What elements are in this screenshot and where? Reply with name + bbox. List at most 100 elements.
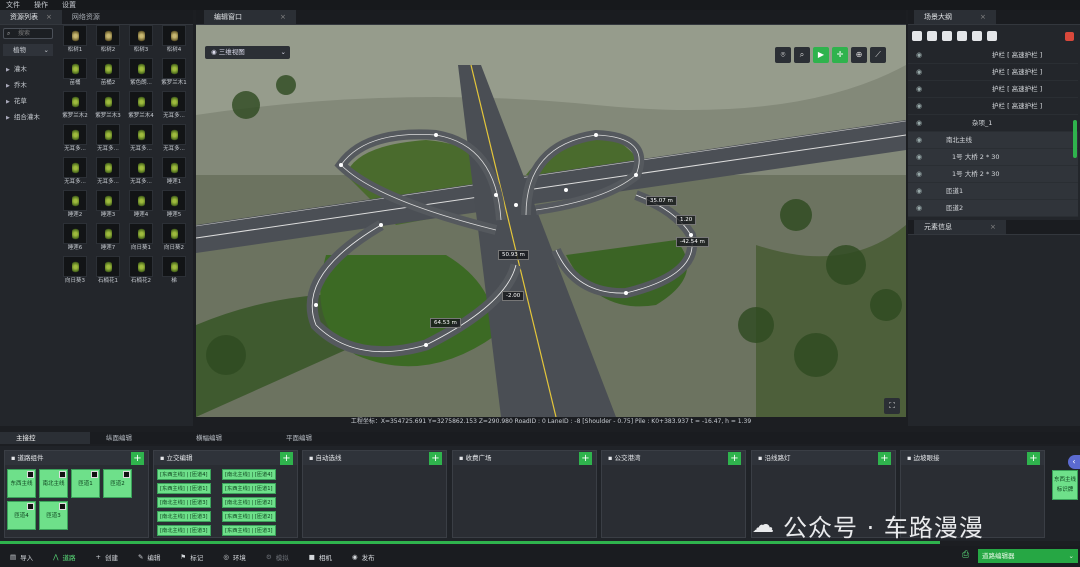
eye-icon[interactable]: ◉ — [916, 47, 924, 64]
category-item[interactable]: ▶ 乔木 — [0, 77, 56, 93]
menu-file[interactable]: 文件 — [6, 0, 20, 10]
outline-row[interactable]: ◉ 护栏 [ 高速护栏 ] — [908, 64, 1078, 81]
add-button[interactable]: + — [280, 452, 293, 465]
junction-item[interactable]: [东西主线] | [匝道4] — [157, 469, 211, 480]
box-icon[interactable] — [972, 31, 982, 41]
junction-item[interactable]: [东西主线] | [匝道1] — [222, 483, 276, 494]
junction-item[interactable]: [南北主线] | [匝道3] — [157, 497, 211, 508]
outline-row[interactable]: ◉ 匝道2 — [908, 200, 1078, 217]
road-component-button[interactable]: 匝道2 — [103, 469, 132, 498]
asset-item[interactable]: 松树4 — [159, 25, 189, 55]
road-component-button[interactable]: 东西主线 — [7, 469, 36, 498]
junction-item[interactable]: [南北主线] | [匝道2] — [222, 497, 276, 508]
add-button[interactable]: + — [728, 452, 741, 465]
tab-resource-list[interactable]: 资源列表 × — [0, 10, 62, 24]
asset-item[interactable]: 向日葵1 — [126, 223, 156, 253]
checkbox[interactable] — [123, 471, 130, 478]
eye-icon[interactable]: ◉ — [916, 166, 924, 183]
building-icon[interactable] — [942, 31, 952, 41]
asset-item[interactable]: 松树2 — [93, 25, 123, 55]
category-item[interactable]: ▶ 组合灌木 — [0, 109, 56, 125]
junction-item[interactable]: [东西主线] | [匝道2] — [222, 511, 276, 522]
checkbox[interactable] — [59, 471, 66, 478]
outline-row[interactable]: ◉ 匝道1 — [908, 183, 1078, 200]
play-icon[interactable]: ▶ — [813, 47, 829, 63]
close-icon[interactable]: × — [46, 10, 52, 25]
road-icon[interactable] — [927, 31, 937, 41]
road-component-button[interactable]: 匝道1 — [71, 469, 100, 498]
asset-item[interactable]: 无耳多... — [126, 157, 156, 187]
zoom-icon[interactable]: ⊕ — [851, 47, 867, 63]
asset-item[interactable]: 无耳多... — [126, 124, 156, 154]
outline-row[interactable]: ◉ 杂项_1 — [908, 115, 1078, 132]
target-icon[interactable] — [987, 31, 997, 41]
tab-main-control[interactable]: 主接控 — [0, 432, 90, 444]
checkbox[interactable] — [27, 503, 34, 510]
outline-scrollbar[interactable] — [1073, 120, 1077, 158]
asset-item[interactable]: 无耳多... — [159, 124, 189, 154]
tab-profile-edit[interactable]: 纵面编辑 — [90, 432, 180, 444]
search-input[interactable]: ⌕ 搜索 — [3, 28, 53, 39]
add-button[interactable]: + — [1027, 452, 1040, 465]
road-component-button[interactable]: 南北主线 — [39, 469, 68, 498]
location-pin-icon[interactable]: ⌾ — [775, 47, 791, 63]
outline-row[interactable]: ◉ 护栏 [ 高速护栏 ] — [908, 98, 1078, 115]
menu-settings[interactable]: 设置 — [62, 0, 76, 10]
tab-plan-edit[interactable]: 平面编辑 — [270, 432, 360, 444]
road-component-button[interactable]: 匝道4 — [7, 501, 36, 530]
asset-item[interactable]: 睡莲5 — [159, 190, 189, 220]
checkbox[interactable] — [91, 471, 98, 478]
asset-item[interactable]: 松树1 — [60, 25, 90, 55]
environment-button[interactable]: ◎ 环境 — [213, 552, 256, 562]
asset-item[interactable]: 紫罗兰木2 — [60, 91, 90, 121]
camera-button[interactable]: ■ 相机 — [299, 552, 342, 562]
view-mode-select[interactable]: ◉ 三维视图 ⌄ — [205, 46, 290, 59]
add-button[interactable]: + — [579, 452, 592, 465]
asset-item[interactable]: 无耳多... — [93, 157, 123, 187]
eye-icon[interactable]: ◉ — [916, 183, 924, 200]
fullscreen-icon[interactable]: ⛶ — [884, 398, 900, 414]
junction-item[interactable]: [南北主线] | [匝道3] — [157, 525, 211, 536]
outline-row[interactable]: ◉ 南北主线 — [908, 132, 1078, 149]
junction-item[interactable]: [东西主线] | [匝道3] — [222, 525, 276, 536]
asset-item[interactable]: 无耳多... — [60, 124, 90, 154]
edit-button[interactable]: ✎ 编辑 — [128, 552, 170, 562]
collapse-icon[interactable]: ‹ — [1068, 455, 1080, 469]
move-icon[interactable]: ✛ — [832, 47, 848, 63]
outline-row[interactable]: ◉ 护栏 [ 高速护栏 ] — [908, 47, 1078, 64]
category-select[interactable]: 植物 ⌄ — [3, 44, 53, 56]
asset-item[interactable]: 无耳多... — [93, 124, 123, 154]
asset-item[interactable]: 睡莲3 — [93, 190, 123, 220]
close-icon[interactable]: × — [990, 220, 996, 235]
asset-item[interactable]: 睡莲2 — [60, 190, 90, 220]
asset-item[interactable]: 紫色朗... — [126, 58, 156, 88]
tab-edit-window[interactable]: 编辑窗口 × — [204, 10, 296, 24]
eye-icon[interactable]: ◉ — [916, 115, 924, 132]
eye-icon[interactable]: ◉ — [916, 98, 924, 115]
eye-icon[interactable]: ◉ — [916, 149, 924, 166]
eye-icon[interactable]: ◉ — [916, 132, 924, 149]
asset-item[interactable]: 梯 — [159, 256, 189, 286]
category-item[interactable]: ▶ 花草 — [0, 93, 56, 109]
tab-cross-edit[interactable]: 横幅编辑 — [180, 432, 270, 444]
outline-row[interactable]: ◉ 护栏 [ 高速护栏 ] — [908, 81, 1078, 98]
sign-component-button[interactable]: 东西主线 标识牌 — [1052, 470, 1078, 500]
junction-item[interactable]: [东西主线] | [匝道1] — [157, 483, 211, 494]
add-button[interactable]: + — [429, 452, 442, 465]
checkbox[interactable] — [27, 471, 34, 478]
close-icon[interactable]: × — [280, 10, 286, 25]
measure-icon[interactable]: ⟋ — [870, 47, 886, 63]
list-icon[interactable] — [912, 31, 922, 41]
3d-scene-view[interactable] — [196, 25, 906, 417]
junction-item[interactable]: [南北主线] | [匝道4] — [222, 469, 276, 480]
add-button[interactable]: + — [131, 452, 144, 465]
create-button[interactable]: + 创建 — [86, 552, 128, 562]
asset-item[interactable]: 睡莲7 — [93, 223, 123, 253]
asset-item[interactable]: 睡莲6 — [60, 223, 90, 253]
asset-item[interactable]: 紫罗兰木4 — [126, 91, 156, 121]
road-button[interactable]: ⋀ 道路 — [43, 552, 85, 562]
category-item[interactable]: ▶ 灌木 — [0, 61, 56, 77]
asset-item[interactable]: 无耳多... — [60, 157, 90, 187]
save-icon[interactable]: ⎙ — [962, 550, 969, 560]
delete-icon[interactable] — [1065, 31, 1074, 41]
